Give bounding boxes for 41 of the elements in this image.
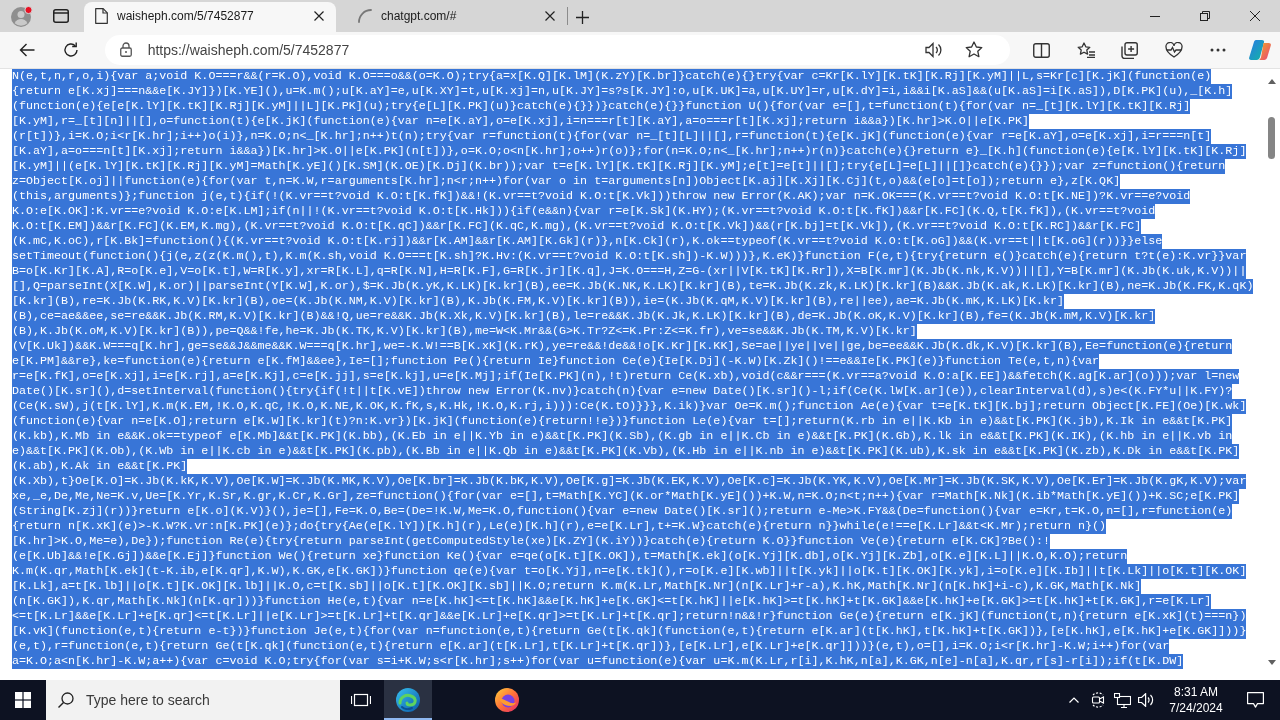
tab-actions-icon[interactable] xyxy=(53,9,69,23)
collections-icon[interactable] xyxy=(1121,41,1139,59)
speech-bubble-icon[interactable] xyxy=(1246,692,1264,708)
flame-globe-icon xyxy=(495,688,519,712)
restore-icon[interactable] xyxy=(1200,11,1210,21)
address-field[interactable]: https://waisheph.com/5/7452877 xyxy=(104,35,1010,65)
ribbon-icon[interactable] xyxy=(1249,40,1271,60)
speaker-icon[interactable] xyxy=(1138,693,1154,707)
close-icon[interactable] xyxy=(545,11,555,21)
heart-pulse-icon[interactable] xyxy=(1165,42,1183,58)
chevron-up-icon[interactable] xyxy=(1069,697,1079,703)
page-icon xyxy=(95,8,108,24)
scrollbar-thumb[interactable] xyxy=(1268,117,1275,159)
spinner-icon xyxy=(358,9,372,23)
plus-icon[interactable] xyxy=(575,10,589,24)
speaker-waves-icon[interactable] xyxy=(925,42,943,58)
scroll-up-icon[interactable] xyxy=(1267,79,1276,84)
back-arrow-icon[interactable] xyxy=(18,43,35,57)
star-icon[interactable] xyxy=(965,41,983,58)
search-field[interactable]: Type here to search xyxy=(46,680,340,720)
camera-icon[interactable] xyxy=(1091,692,1105,708)
swirl-icon xyxy=(396,688,420,712)
four-panes-icon[interactable] xyxy=(15,692,31,708)
close-icon[interactable] xyxy=(314,11,324,21)
lock-icon[interactable] xyxy=(119,42,132,57)
minimize-icon[interactable] xyxy=(1150,15,1160,17)
close-icon[interactable] xyxy=(1250,11,1260,21)
search-icon xyxy=(58,692,74,708)
star-list-icon[interactable] xyxy=(1077,42,1095,58)
browser-tab[interactable]: waisheph.com/5/7452877 xyxy=(84,2,336,32)
scroll-down-icon[interactable] xyxy=(1267,660,1276,665)
task-view-icon[interactable] xyxy=(351,692,371,708)
network-monitor-icon[interactable] xyxy=(1113,692,1131,708)
refresh-icon[interactable] xyxy=(62,42,79,58)
clock-time[interactable]: 8:31 AM xyxy=(1174,684,1218,700)
split-window-icon[interactable] xyxy=(1033,42,1051,58)
clock-date[interactable]: 7/24/2024 xyxy=(1169,700,1223,716)
more-icon[interactable] xyxy=(1210,48,1226,52)
taskbar-app-button[interactable] xyxy=(384,680,432,720)
browser-tab[interactable]: chatgpt.com/# xyxy=(347,2,567,32)
avatar-icon[interactable] xyxy=(11,5,33,27)
